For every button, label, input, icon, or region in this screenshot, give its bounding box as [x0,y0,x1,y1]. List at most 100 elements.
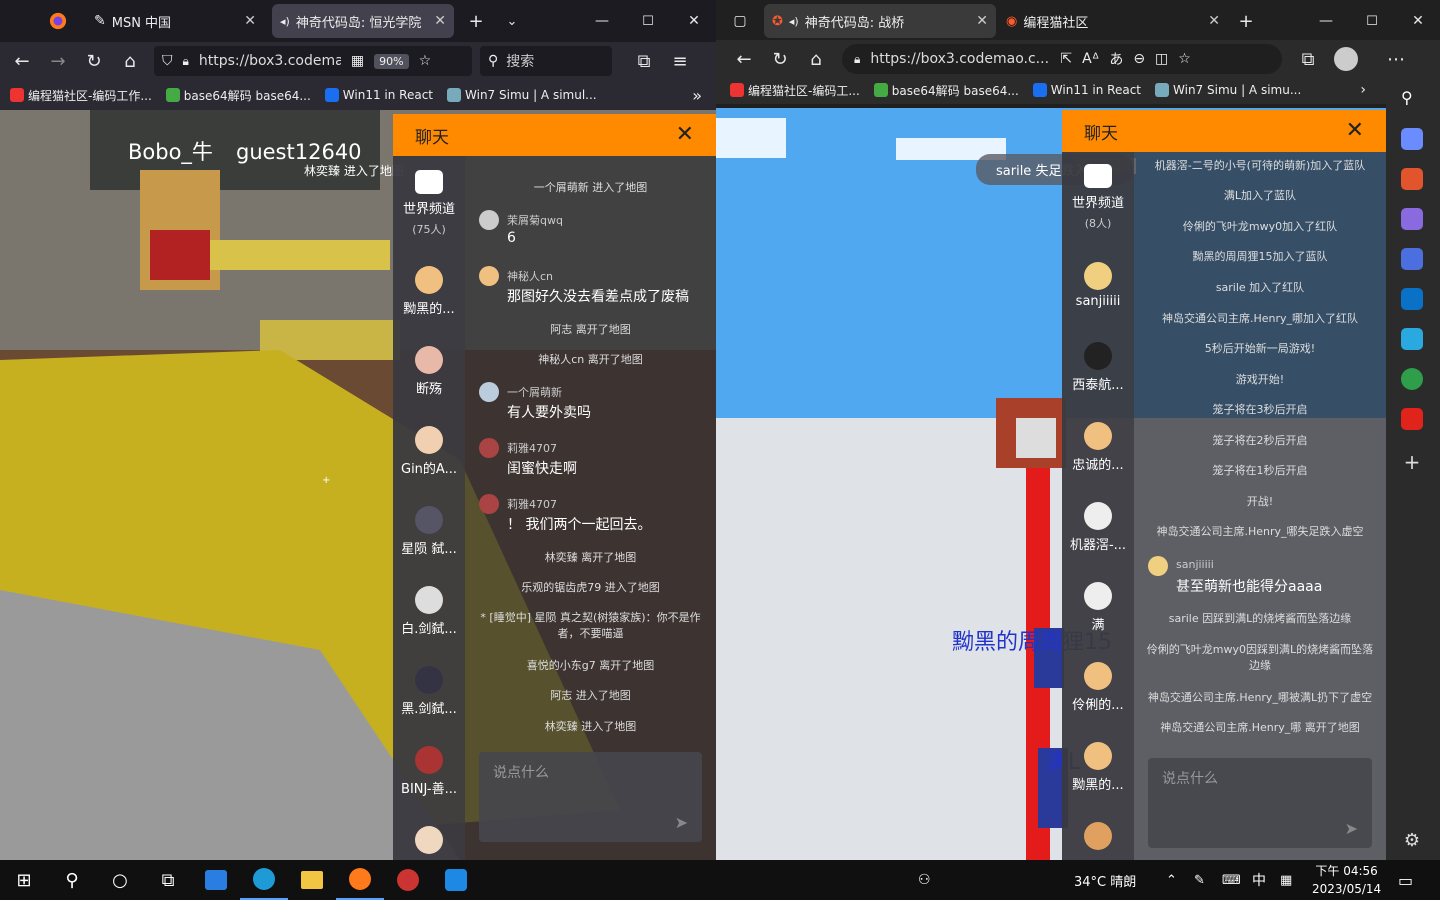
tab-codemao-community[interactable]: ◉ 编程猫社区 ✕ [998,4,1228,38]
send-to-devices-icon[interactable] [1401,328,1423,350]
world-channel[interactable]: 世界频道 (8人) [1062,164,1134,231]
bookmark-item[interactable]: Win7 Simu | A simu... [1155,83,1301,97]
close-window-icon[interactable]: ✕ [676,5,712,37]
sidebar-user[interactable]: 机器滘-... [1062,502,1134,553]
sidebar-user[interactable]: BINJ-善... [393,746,465,797]
weather-text[interactable]: 34°C 晴朗 [1074,871,1136,890]
close-tab-icon[interactable]: ✕ [434,13,446,29]
sidebar-user[interactable]: 伶俐的... [1062,662,1134,713]
file-explorer-icon[interactable] [288,860,336,900]
url-bar[interactable]: ⛉ 🔒︎ https://box3.codemao ▦ 90% ☆ [154,46,472,76]
bookmark-item[interactable]: base64解码 base64... [873,82,1019,99]
home-icon[interactable]: ⌂ [112,45,148,77]
tab-codemao-game-active[interactable]: ✪ ◂) 神奇代码岛: 战桥 ✕ [764,4,996,38]
sidebar-user[interactable]: Gin的A... [393,426,465,477]
extensions-icon[interactable]: ⧉ [626,45,662,77]
chat-input[interactable]: 说点什么 ➤ [1148,758,1372,848]
open-in-app-icon[interactable]: ⇱ [1060,51,1072,67]
read-aloud-icon[interactable]: Aᐞ [1082,51,1099,67]
maximize-icon[interactable]: ☐ [1354,5,1390,37]
forward-icon[interactable]: → [40,45,76,77]
sidebar-user[interactable]: 黝黑的... [393,266,465,317]
reload-icon[interactable]: ↻ [762,43,798,75]
sidebar-user[interactable]: 西泰航... [1062,342,1134,393]
translate-icon[interactable]: あ [1109,49,1123,69]
sidebar-user[interactable] [1062,822,1134,854]
sidebar-user[interactable]: 黝黑的... [1062,742,1134,793]
pen-icon[interactable]: ✎ [1194,873,1205,888]
minimize-icon[interactable]: — [1308,5,1344,37]
ime-indicator[interactable]: 中 [1252,870,1266,890]
world-channel[interactable]: 世界频道 (75人) [393,170,465,237]
minimize-icon[interactable]: — [584,5,620,37]
maximize-icon[interactable]: ☐ [630,5,666,37]
extensions-icon[interactable]: ⧉ [1290,43,1326,75]
more-menu-icon[interactable]: ⋯ [1378,43,1414,75]
pinned-app-icon[interactable] [432,860,480,900]
sidebar-user[interactable]: 星陨 弑... [393,506,465,557]
split-screen-icon[interactable]: ◫ [1155,51,1168,67]
game-app-icon[interactable] [384,860,432,900]
close-chat-icon[interactable]: ✕ [676,122,694,147]
tree-icon[interactable] [1401,368,1423,390]
search-box[interactable]: ⚲ 搜索 [480,46,612,76]
cortana-icon[interactable]: ○ [96,860,144,900]
people-icon[interactable]: ⚇ [918,872,931,888]
send-icon[interactable]: ➤ [675,813,688,832]
tab-msn[interactable]: ✎ MSN 中国 ✕ [86,4,264,38]
task-view-icon[interactable]: ⧉ [144,860,192,900]
start-icon[interactable]: ⊞ [0,860,48,900]
bookmark-item[interactable]: base64解码 base64... [165,87,311,104]
star-icon[interactable]: ☆ [419,53,432,69]
bookmark-item[interactable]: 编程猫社区-编码工作... [10,87,152,104]
sidebar-user[interactable]: sanjiiiii [1062,262,1134,309]
firefox-menu-icon[interactable] [34,4,82,38]
bookmark-item[interactable]: Win11 in React [324,88,433,102]
hamburger-menu-icon[interactable]: ≡ [662,45,698,77]
tray-chevron-icon[interactable]: ⌃ [1166,873,1177,888]
games-icon[interactable] [1401,208,1423,230]
left-game-viewport[interactable]: Bobo_牛 guest12640 林奕臻 进入了地图 + 聊天 ✕ 世界频道 … [0,110,716,860]
right-game-viewport[interactable]: sarile 失足跌入虚空 黝黑的周周狸15 满L 聊天 ✕ 世界频道 (8人)… [716,108,1386,860]
tab-actions-icon[interactable]: ▢ [722,5,758,37]
youtube-icon[interactable] [1401,408,1423,430]
gear-icon[interactable]: ⚙ [1401,830,1423,852]
sidebar-user[interactable]: 断殇 [393,346,465,397]
url-bar[interactable]: 🔒︎ https://box3.codemao.c... ⇱ Aᐞ あ ⊖ ◫ … [842,44,1282,74]
tab-codemao-active[interactable]: ◂) 神奇代码岛: 恒光学院 ✕ [272,4,454,38]
close-tab-icon[interactable]: ✕ [1208,13,1220,29]
sidebar-user[interactable]: 黑.剑弑... [393,666,465,717]
sidebar-user[interactable]: 忠诚的... [1062,422,1134,473]
edge-icon[interactable] [240,860,288,900]
chat-input[interactable]: 说点什么 ➤ [479,752,702,842]
search-icon[interactable]: ⚲ [48,860,96,900]
bookmark-item[interactable]: 编程猫社区-编码工... [730,82,860,99]
more-bookmarks-icon[interactable]: › [1360,82,1366,98]
notification-icon[interactable]: ▭ [1398,871,1413,890]
send-icon[interactable]: ➤ [1345,819,1358,838]
close-window-icon[interactable]: ✕ [1400,5,1436,37]
sidebar-user[interactable]: 白.剑弑... [393,586,465,637]
copilot-icon[interactable] [1401,248,1423,270]
sidebar-user[interactable] [393,826,465,858]
outlook-icon[interactable] [1401,288,1423,310]
add-icon[interactable]: + [1401,450,1423,474]
keyboard-icon[interactable]: ⌨ [1222,873,1241,888]
zoom-badge[interactable]: 90% [374,53,409,69]
favorites-icon[interactable]: ☆ [1178,51,1191,67]
more-bookmarks-icon[interactable]: » [692,86,702,105]
back-icon[interactable]: ← [726,43,762,75]
search-icon[interactable]: ⚲ [1401,88,1423,110]
close-tab-icon[interactable]: ✕ [976,13,988,29]
tools-icon[interactable] [1401,168,1423,190]
close-chat-icon[interactable]: ✕ [1346,118,1364,143]
qr-code-icon[interactable]: ▦ [351,53,364,69]
firefox-icon[interactable] [336,860,384,900]
ime-mode-icon[interactable]: ▦ [1280,873,1292,888]
home-icon[interactable]: ⌂ [798,43,834,75]
close-tab-icon[interactable]: ✕ [244,13,256,29]
chevron-down-icon[interactable]: ⌄ [494,5,530,37]
store-icon[interactable] [192,860,240,900]
zoom-icon[interactable]: ⊖ [1133,51,1145,67]
new-tab-button[interactable]: + [1228,5,1264,37]
